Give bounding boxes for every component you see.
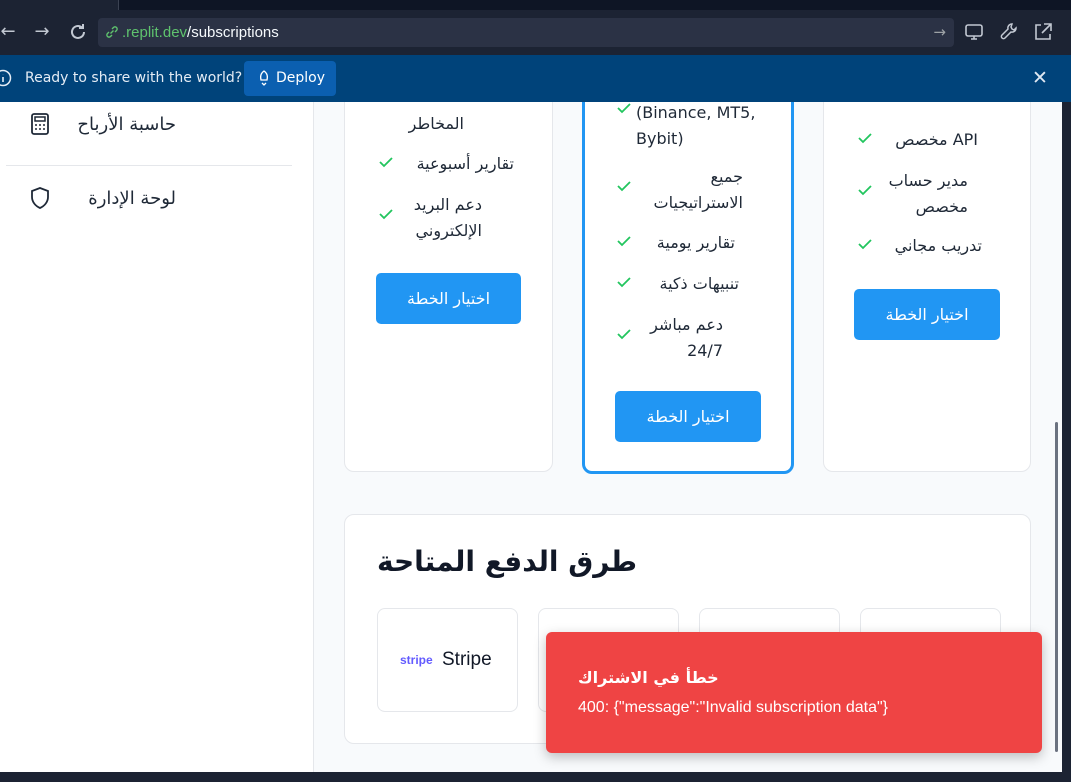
scrollbar-thumb[interactable] xyxy=(1055,422,1058,752)
back-icon[interactable]: ← xyxy=(0,20,20,44)
sidebar-item-label: لوحة الإدارة xyxy=(88,188,176,209)
plan-card-premium: API مخصص مدير حساب مخصص تدريب مجاني اختي… xyxy=(823,102,1031,472)
url-path: /subscriptions xyxy=(187,24,279,41)
sidebar-item-profit-calculator[interactable]: حاسبة الأرباح xyxy=(20,106,290,146)
choose-plan-button[interactable]: اختيار الخطة xyxy=(376,273,521,324)
feature-text: دعم مباشر 24/7 xyxy=(650,315,723,360)
feature-text: دعم البريد الإلكتروني xyxy=(413,195,482,240)
check-icon xyxy=(858,239,872,250)
check-icon xyxy=(617,181,631,192)
section-title: طرق الدفع المتاحة xyxy=(377,545,638,578)
check-icon xyxy=(617,236,631,247)
forward-icon[interactable]: → xyxy=(30,20,54,44)
open-external-icon[interactable] xyxy=(1032,21,1054,43)
deploy-icon xyxy=(259,70,269,86)
close-icon[interactable]: ✕ xyxy=(1030,68,1050,88)
plan-card-basic: المخاطر تقارير أسبوعية دعم البريد الإلكت… xyxy=(344,102,553,472)
feature-text: مدير حساب مخصص xyxy=(888,171,968,216)
payment-method-label: Stripe xyxy=(442,649,492,670)
feature-text: المخاطر xyxy=(408,114,464,133)
browser-tab[interactable] xyxy=(118,0,1071,10)
feature-text: API مخصص xyxy=(895,130,978,149)
tab-strip xyxy=(0,0,1071,10)
scroll-track xyxy=(1062,102,1071,772)
payment-method-stripe[interactable]: stripe Stripe xyxy=(377,608,518,712)
feature-text: تدريب مجاني xyxy=(894,236,982,255)
stripe-logo: stripe xyxy=(400,653,433,667)
check-icon xyxy=(617,277,631,288)
link-icon xyxy=(106,26,118,38)
check-icon xyxy=(617,103,631,114)
calculator-icon xyxy=(31,113,49,135)
browser-toolbar: ← → .replit.dev/subscriptions → xyxy=(0,10,1071,55)
bottom-edge xyxy=(0,772,1071,782)
banner-text: Ready to share with the world? xyxy=(25,70,243,86)
device-icon[interactable] xyxy=(964,21,986,43)
sidebar: حاسبة الأرباح لوحة الإدارة xyxy=(0,102,314,772)
feature-text: تنبيهات ذكية xyxy=(659,274,739,293)
check-icon xyxy=(858,133,872,144)
sidebar-item-label: حاسبة الأرباح xyxy=(77,114,176,135)
shield-icon xyxy=(31,187,49,209)
feature-text: جميع الاستراتيجيات xyxy=(653,167,743,212)
choose-plan-button[interactable]: اختيار الخطة xyxy=(615,391,761,442)
wrench-icon[interactable] xyxy=(998,21,1020,43)
toast-title: خطأ في الاشتراك xyxy=(578,668,719,687)
url-host: .replit.dev xyxy=(122,24,188,41)
feature-text: (Binance, MT5, Bybit) xyxy=(636,103,756,148)
info-icon xyxy=(0,69,12,87)
sidebar-item-admin-dashboard[interactable]: لوحة الإدارة xyxy=(20,180,290,220)
url-text: .replit.dev/subscriptions xyxy=(122,24,279,41)
address-bar[interactable]: .replit.dev/subscriptions → xyxy=(98,18,954,47)
go-arrow-icon[interactable]: → xyxy=(933,23,946,41)
check-icon xyxy=(858,185,872,196)
sidebar-divider xyxy=(6,165,292,166)
feature-text: تقارير أسبوعية xyxy=(416,154,514,173)
toast-message: 400: {"message":"Invalid subscription da… xyxy=(578,699,889,716)
check-icon xyxy=(379,157,393,168)
check-icon xyxy=(617,329,631,340)
feature-text: تقارير يومية xyxy=(656,233,735,252)
reload-icon[interactable] xyxy=(66,20,90,44)
deploy-button[interactable]: Deploy xyxy=(244,61,336,96)
choose-plan-button[interactable]: اختيار الخطة xyxy=(854,289,1000,340)
error-toast[interactable]: خطأ في الاشتراك 400: {"message":"Invalid… xyxy=(546,632,1042,753)
deploy-label: Deploy xyxy=(276,70,326,86)
plan-card-featured: (Binance, MT5, Bybit) جميع الاستراتيجيات… xyxy=(582,102,794,474)
deploy-banner: Ready to share with the world? Deploy ✕ xyxy=(0,55,1071,102)
